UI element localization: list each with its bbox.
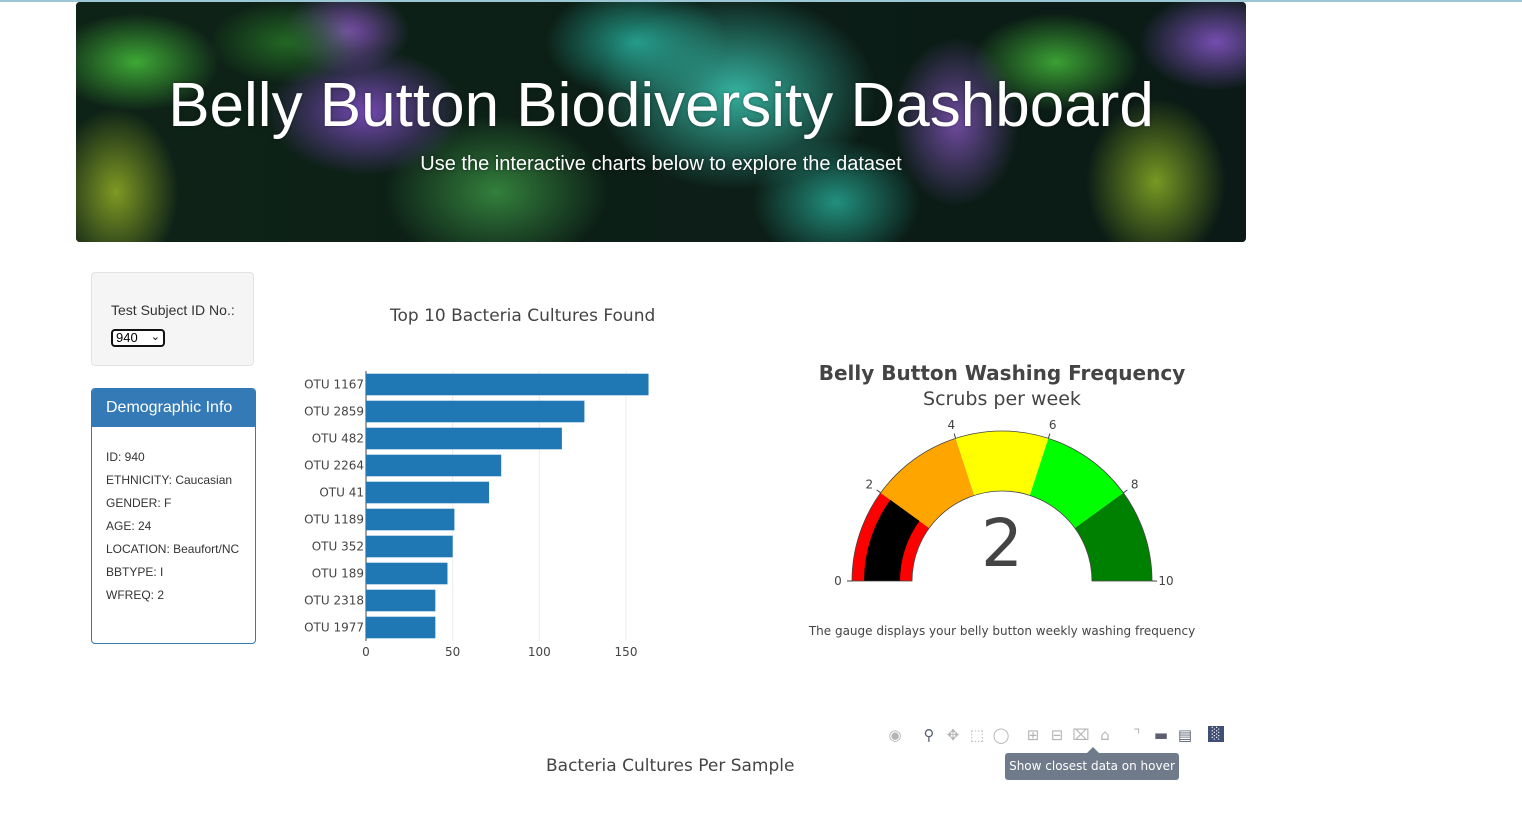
gauge-title: Belly Button Washing Frequency	[818, 361, 1186, 385]
gauge-value: 2	[981, 505, 1023, 582]
y-tick-label: OTU 1977	[304, 621, 364, 635]
autoscale-icon[interactable]: ⌧	[1072, 726, 1090, 744]
hover-compare-icon[interactable]: ▤	[1176, 726, 1194, 744]
gauge-tick-label: 10	[1158, 574, 1173, 588]
bar	[366, 562, 448, 585]
demo-row-id: ID: 940	[106, 450, 145, 464]
y-tick-label: OTU 2264	[304, 459, 364, 473]
bar	[366, 427, 562, 450]
camera-icon[interactable]: ◉	[886, 726, 904, 744]
bar-chart[interactable]: 0 50 100 150 OTU 1167 OTU 2859 OTU 482 OTU 2264…	[290, 360, 670, 665]
chevron-down-icon: ⌄	[150, 331, 160, 343]
demographic-info-heading: Demographic Info	[92, 389, 255, 427]
bar	[366, 616, 436, 639]
demo-row-location: LOCATION: Beaufort/NC	[106, 542, 240, 556]
x-tick-label: 0	[362, 645, 370, 659]
subject-id-label: Test Subject ID No.:	[111, 302, 235, 318]
zoom-in-icon[interactable]: ⊞	[1024, 726, 1042, 744]
subject-id-select[interactable]: 940 ⌄	[111, 329, 165, 347]
zoom-icon[interactable]: ⚲	[920, 726, 938, 744]
y-tick-label: OTU 189	[312, 567, 364, 581]
bubble-chart-title: Bacteria Cultures Per Sample	[546, 756, 795, 776]
hover-closest-icon[interactable]: ▬	[1152, 726, 1170, 744]
y-tick-label: OTU 1167	[304, 378, 364, 392]
y-tick-label: OTU 2318	[304, 594, 364, 608]
plotly-logo-icon[interactable]: ░	[1208, 726, 1224, 742]
gauge-note: The gauge displays your belly button wee…	[808, 624, 1196, 638]
demographic-info-panel: Demographic Info ID: 940 ETHNICITY: Cauc…	[91, 388, 256, 644]
gauge-tick-label: 6	[1049, 418, 1057, 432]
bar	[366, 535, 453, 558]
x-tick-label: 150	[615, 645, 638, 659]
demo-row-gender: GENDER: F	[106, 496, 172, 510]
zoom-out-icon[interactable]: ⊟	[1048, 726, 1066, 744]
subject-selector-well: Test Subject ID No.: 940 ⌄	[91, 272, 254, 366]
y-tick-label: OTU 2859	[304, 405, 364, 419]
bar	[366, 373, 649, 396]
pan-icon[interactable]: ✥	[944, 726, 962, 744]
modebar-tooltip: Show closest data on hover	[1005, 747, 1179, 780]
x-tick-label: 50	[445, 645, 460, 659]
y-tick-label: OTU 1189	[304, 513, 364, 527]
page-subtitle: Use the interactive charts below to expl…	[420, 153, 902, 175]
gauge-chart[interactable]: 0 2 4 6 8 10 2	[830, 410, 1175, 595]
box-select-icon[interactable]: ⬚	[968, 726, 986, 744]
page-title: Belly Button Biodiversity Dashboard	[168, 71, 1154, 140]
header-banner: Belly Button Biodiversity Dashboard Use …	[76, 2, 1246, 242]
bar	[366, 400, 585, 423]
gauge-tick-label: 8	[1131, 478, 1139, 492]
y-tick-label: OTU 482	[312, 432, 364, 446]
gauge-tick	[1047, 433, 1051, 439]
bar	[366, 481, 490, 504]
demo-row-age: AGE: 24	[106, 519, 152, 533]
bar	[366, 508, 455, 531]
gauge-tick	[876, 489, 881, 494]
lasso-icon[interactable]: ◯	[992, 726, 1010, 744]
bar	[366, 454, 502, 477]
x-tick-label: 100	[528, 645, 551, 659]
demographic-info-body: ID: 940 ETHNICITY: Caucasian GENDER: F A…	[106, 451, 246, 612]
subject-id-value: 940	[116, 330, 138, 345]
bar	[366, 589, 436, 612]
gauge-subtitle: Scrubs per week	[923, 388, 1081, 410]
y-tick-label: OTU 352	[312, 540, 364, 554]
gauge-tick-label: 2	[866, 478, 874, 492]
demo-row-ethnicity: ETHNICITY: Caucasian	[106, 473, 233, 487]
demo-row-bbtype: BBTYPE: I	[106, 565, 164, 579]
gauge-tick-label: 0	[834, 574, 842, 588]
bar-chart-title: Top 10 Bacteria Cultures Found	[390, 306, 656, 326]
demo-row-wfreq: WFREQ: 2	[106, 588, 165, 602]
gauge-tick	[1123, 489, 1128, 494]
gauge-tick-label: 4	[948, 418, 956, 432]
gauge-tick	[953, 433, 957, 439]
reset-axes-icon[interactable]: ⌂	[1096, 726, 1114, 744]
y-tick-label: OTU 41	[319, 486, 364, 500]
spike-lines-icon[interactable]: ⌝	[1128, 726, 1146, 744]
